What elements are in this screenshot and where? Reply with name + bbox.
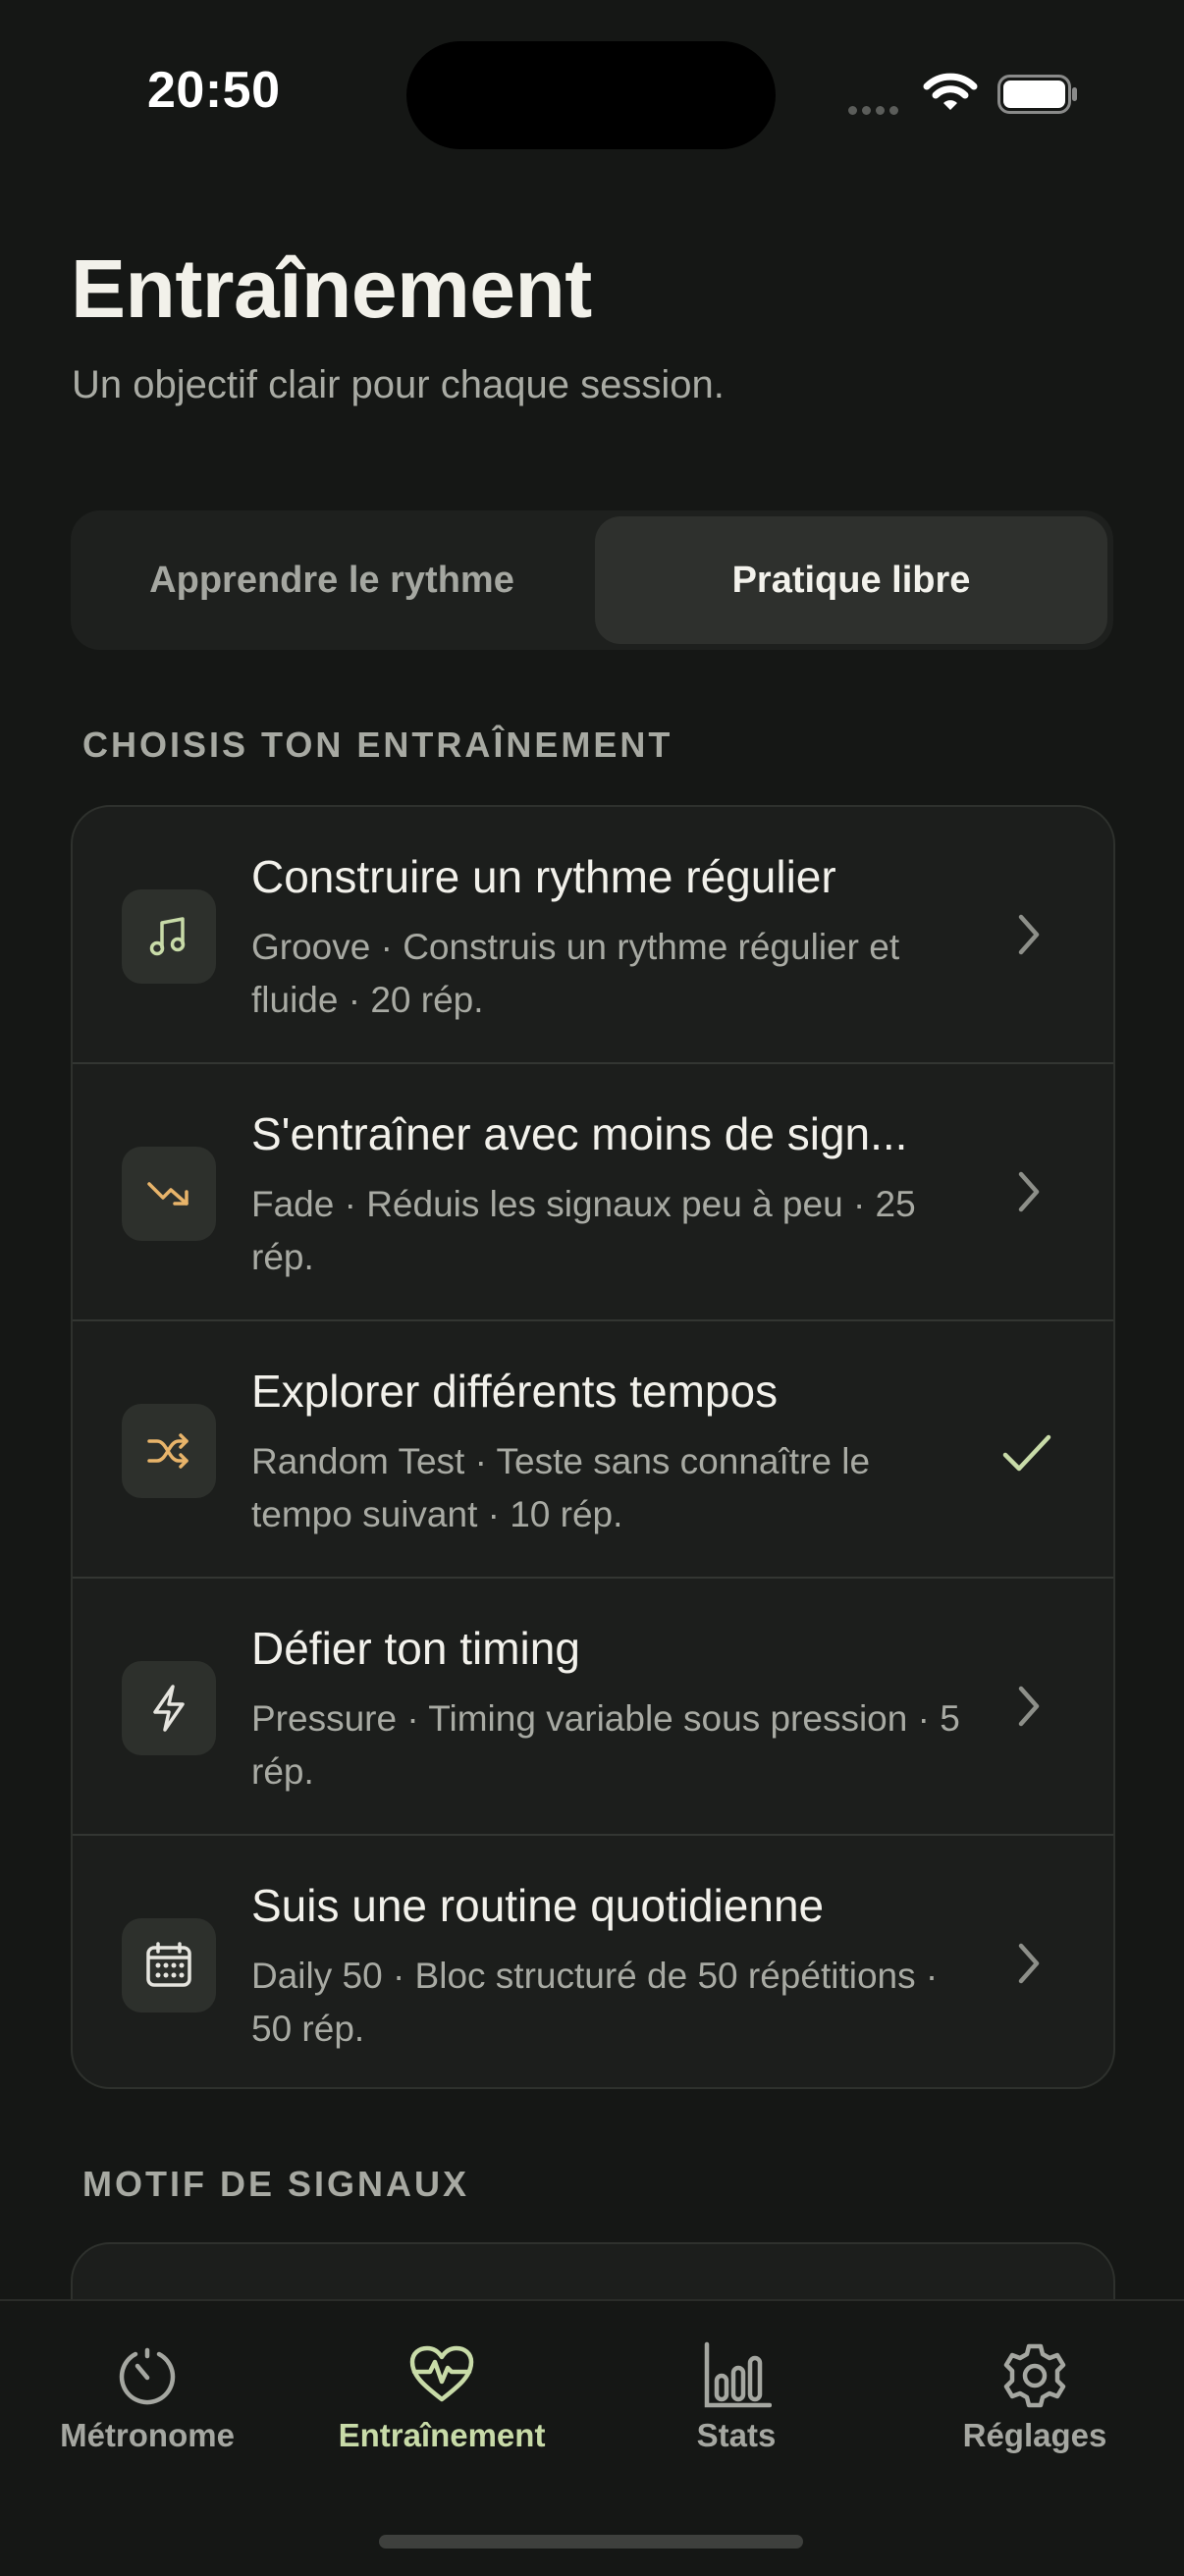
tab-label: Entraînement [338,2417,546,2453]
chevron-right-icon [1018,914,1040,955]
home-indicator [379,2535,803,2549]
segment-learn-rhythm[interactable]: Apprendre le rythme [77,516,587,644]
training-title: Explorer différents tempos [251,1366,779,1417]
tab-label: Métronome [60,2417,235,2453]
segment-free-practice[interactable]: Pratique libre [595,516,1107,644]
training-title: Construire un rythme régulier [251,851,836,902]
trend-down-icon [122,1147,216,1241]
training-description: Random Test · Teste sans connaître le te… [251,1441,871,1534]
training-title: S'entraîner avec moins de sign... [251,1108,908,1159]
training-description: Daily 50 · Bloc structuré de 50 répétiti… [251,1956,939,2049]
battery-icon [997,75,1077,114]
section-label-trainings: CHOISIS TON ENTRAÎNEMENT [82,724,673,765]
heart-pulse-icon [409,2345,474,2402]
page-subtitle: Un objectif clair pour chaque session. [72,363,725,406]
dynamic-island [406,41,776,149]
training-item-fade[interactable]: S'entraîner avec moins de sign... Fade ·… [73,1064,1113,1319]
training-description: Groove · Construis un rythme régulier et… [251,927,900,1020]
bar-chart-icon [704,2341,772,2408]
gear-icon [1003,2343,1066,2408]
calendar-icon [122,1918,216,2012]
training-item-groove[interactable]: Construire un rythme régulier Groove · C… [73,807,1113,1062]
cellular-signal-icon [848,102,903,120]
tab-metronome[interactable]: Métronome [0,2340,295,2454]
training-description: Fade · Réduis les signaux peu à peu · 25… [251,1184,916,1277]
training-list: Construire un rythme régulier Groove · C… [71,805,1115,2089]
status-bar: 20:50 [0,0,1184,187]
tab-training[interactable]: Entraînement [295,2340,589,2454]
chevron-right-icon [1018,1171,1040,1212]
shuffle-icon [122,1404,216,1498]
music-note-icon [122,889,216,984]
training-description: Pressure · Timing variable sous pression… [251,1698,960,1792]
checkmark-icon [1002,1434,1051,1472]
metronome-icon [119,2347,176,2405]
tab-label: Stats [696,2417,777,2453]
status-time: 20:50 [147,62,281,119]
tab-label: Réglages [962,2417,1107,2453]
page-title: Entraînement [71,242,592,335]
mode-segmented-control: Apprendre le rythme Pratique libre [71,510,1113,650]
training-item-pressure[interactable]: Défier ton timing Pressure · Timing vari… [73,1579,1113,1834]
lightning-icon [122,1661,216,1755]
wifi-icon [923,73,978,110]
tab-settings[interactable]: Réglages [888,2340,1182,2454]
chevron-right-icon [1018,1686,1040,1727]
section-label-cue-pattern: MOTIF DE SIGNAUX [82,2164,470,2204]
tab-stats[interactable]: Stats [589,2340,884,2454]
chevron-right-icon [1018,1943,1040,1984]
training-item-random-test[interactable]: Explorer différents tempos Random Test ·… [73,1321,1113,1577]
training-title: Défier ton timing [251,1623,580,1674]
training-item-daily-50[interactable]: Suis une routine quotidienne Daily 50 · … [73,1836,1113,2087]
training-title: Suis une routine quotidienne [251,1880,825,1931]
